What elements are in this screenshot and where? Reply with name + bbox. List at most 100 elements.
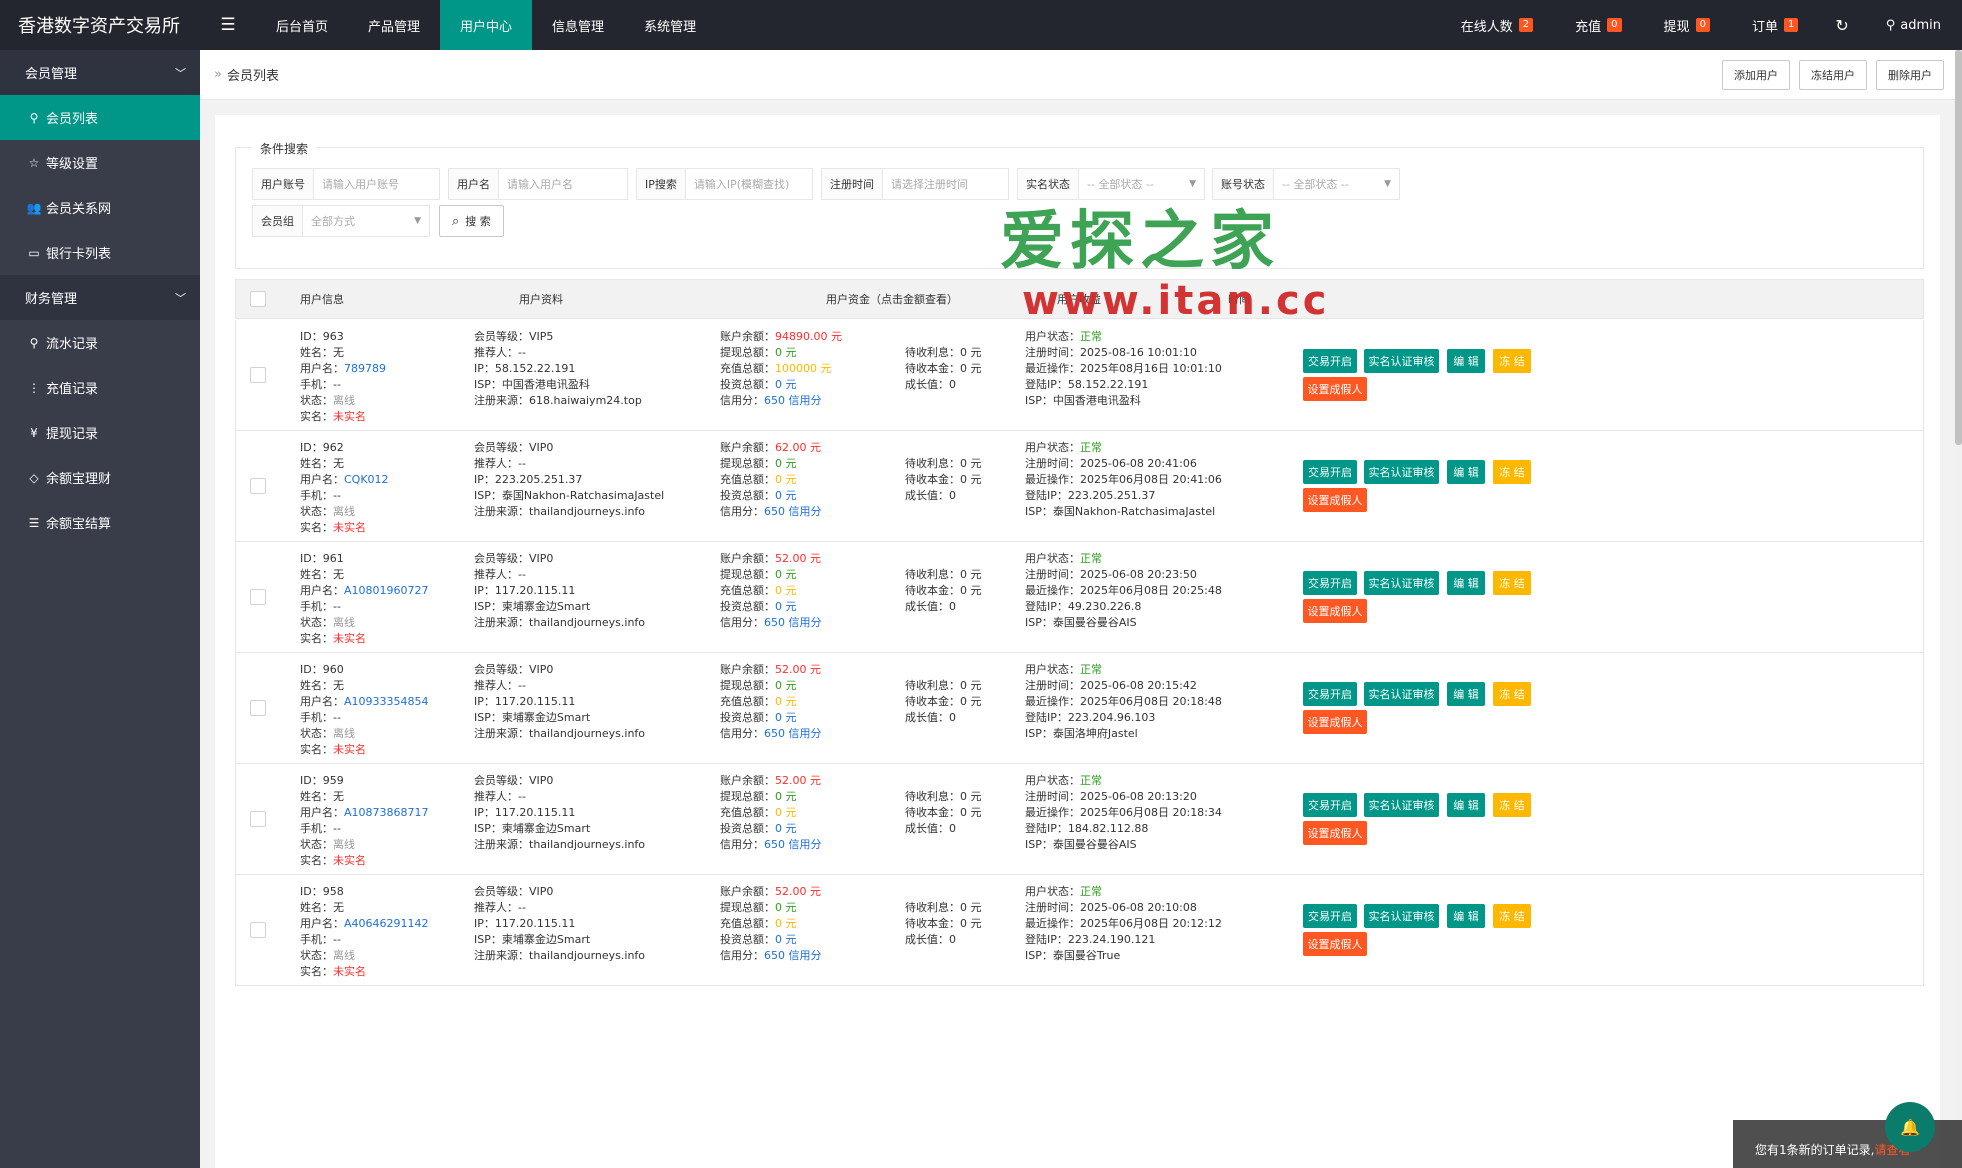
trade-toggle-button[interactable]: 交易开启 bbox=[1303, 793, 1357, 817]
user-menu[interactable]: ⚲ admin bbox=[1865, 0, 1962, 50]
field-value-balance[interactable]: 62.00 元 bbox=[775, 441, 821, 454]
trade-toggle-button[interactable]: 交易开启 bbox=[1303, 349, 1357, 373]
nav-system[interactable]: 系统管理 bbox=[624, 0, 716, 50]
field-value-withdraw[interactable]: 0 元 bbox=[775, 346, 797, 359]
edit-button[interactable]: 编 辑 bbox=[1447, 793, 1485, 817]
field-value-invest[interactable]: 0 元 bbox=[775, 711, 797, 724]
field-value-credit[interactable]: 650 信用分 bbox=[764, 616, 822, 629]
field-value-username[interactable]: A10801960727 bbox=[344, 584, 429, 597]
field-value-recharge[interactable]: 0 元 bbox=[775, 917, 797, 930]
field-value-balance[interactable]: 52.00 元 bbox=[775, 663, 821, 676]
sidebar-group-finance[interactable]: 财务管理 ﹀ bbox=[0, 275, 200, 320]
verify-button[interactable]: 实名认证审核 bbox=[1364, 349, 1439, 373]
order-notice[interactable]: 订单 1 bbox=[1731, 0, 1819, 50]
freeze-button[interactable]: 冻 结 bbox=[1493, 904, 1531, 928]
sidebar-item-recharge[interactable]: ⋮ 充值记录 bbox=[0, 365, 200, 410]
row-checkbox[interactable] bbox=[250, 922, 266, 938]
freeze-user-button[interactable]: 冻结用户 bbox=[1799, 59, 1867, 90]
field-value-username[interactable]: A40646291142 bbox=[344, 917, 429, 930]
set-fake-button[interactable]: 设置成假人 bbox=[1303, 821, 1367, 845]
freeze-button[interactable]: 冻 结 bbox=[1493, 682, 1531, 706]
set-fake-button[interactable]: 设置成假人 bbox=[1303, 599, 1367, 623]
search-button[interactable]: ⌕ 搜 索 bbox=[439, 205, 504, 237]
freeze-button[interactable]: 冻 结 bbox=[1493, 349, 1531, 373]
field-value-recharge[interactable]: 0 元 bbox=[775, 695, 797, 708]
verify-button[interactable]: 实名认证审核 bbox=[1364, 571, 1439, 595]
field-value-credit[interactable]: 650 信用分 bbox=[764, 394, 822, 407]
ip-input[interactable]: 请输入IP(模糊查找) bbox=[686, 169, 812, 199]
verify-button[interactable]: 实名认证审核 bbox=[1364, 904, 1439, 928]
nav-home[interactable]: 后台首页 bbox=[256, 0, 348, 50]
field-value-withdraw[interactable]: 0 元 bbox=[775, 457, 797, 470]
add-user-button[interactable]: 添加用户 bbox=[1722, 59, 1790, 90]
sidebar-item-member-network[interactable]: 👥 会员关系网 bbox=[0, 185, 200, 230]
sidebar-item-level-settings[interactable]: ☆ 等级设置 bbox=[0, 140, 200, 185]
sidebar-item-yuebao[interactable]: ◇ 余额宝理财 bbox=[0, 455, 200, 500]
set-fake-button[interactable]: 设置成假人 bbox=[1303, 710, 1367, 734]
row-checkbox[interactable] bbox=[250, 700, 266, 716]
nav-products[interactable]: 产品管理 bbox=[348, 0, 440, 50]
nav-user-center[interactable]: 用户中心 bbox=[440, 0, 533, 50]
field-value-username[interactable]: 789789 bbox=[344, 362, 386, 375]
field-value-withdraw[interactable]: 0 元 bbox=[775, 679, 797, 692]
field-value-invest[interactable]: 0 元 bbox=[775, 933, 797, 946]
field-value-credit[interactable]: 650 信用分 bbox=[764, 505, 822, 518]
row-checkbox[interactable] bbox=[250, 478, 266, 494]
field-value-invest[interactable]: 0 元 bbox=[775, 378, 797, 391]
row-checkbox[interactable] bbox=[250, 367, 266, 383]
edit-button[interactable]: 编 辑 bbox=[1447, 682, 1485, 706]
field-value-username[interactable]: A10873868717 bbox=[344, 806, 429, 819]
ip-field[interactable]: IP搜索 请输入IP(模糊查找) bbox=[636, 168, 813, 200]
field-value-recharge[interactable]: 100000 元 bbox=[775, 362, 832, 375]
account-field[interactable]: 用户账号 请输入用户账号 bbox=[252, 168, 440, 200]
field-value-balance[interactable]: 52.00 元 bbox=[775, 774, 821, 787]
account-status-select[interactable]: 账号状态 -- 全部状态 -- ▼ bbox=[1212, 168, 1400, 200]
set-fake-button[interactable]: 设置成假人 bbox=[1303, 932, 1367, 956]
field-value-username[interactable]: CQK012 bbox=[344, 473, 389, 486]
field-value-credit[interactable]: 650 信用分 bbox=[764, 949, 822, 962]
field-value-balance[interactable]: 52.00 元 bbox=[775, 885, 821, 898]
withdraw-notice[interactable]: 提现 0 bbox=[1643, 0, 1731, 50]
field-value-credit[interactable]: 650 信用分 bbox=[764, 727, 822, 740]
trade-toggle-button[interactable]: 交易开启 bbox=[1303, 460, 1357, 484]
member-group-value[interactable]: 全部方式 ▼ bbox=[303, 206, 429, 236]
real-status-select[interactable]: 实名状态 -- 全部状态 -- ▼ bbox=[1017, 168, 1205, 200]
sidebar-group-member[interactable]: 会员管理 ﹀ bbox=[0, 50, 200, 95]
field-value-balance[interactable]: 52.00 元 bbox=[775, 552, 821, 565]
freeze-button[interactable]: 冻 结 bbox=[1493, 793, 1531, 817]
edit-button[interactable]: 编 辑 bbox=[1447, 904, 1485, 928]
field-value-balance[interactable]: 94890.00 元 bbox=[775, 330, 842, 343]
nav-info[interactable]: 信息管理 bbox=[532, 0, 624, 50]
field-value-recharge[interactable]: 0 元 bbox=[775, 806, 797, 819]
page-scrollbar[interactable] bbox=[1955, 50, 1962, 1168]
online-users[interactable]: 在线人数 2 bbox=[1440, 0, 1554, 50]
account-input[interactable]: 请输入用户账号 bbox=[314, 169, 439, 199]
field-value-invest[interactable]: 0 元 bbox=[775, 822, 797, 835]
field-value-withdraw[interactable]: 0 元 bbox=[775, 568, 797, 581]
trade-toggle-button[interactable]: 交易开启 bbox=[1303, 904, 1357, 928]
reg-time-input[interactable]: 请选择注册时间 bbox=[883, 169, 1008, 199]
scrollbar-thumb[interactable] bbox=[1955, 50, 1962, 445]
row-checkbox[interactable] bbox=[250, 811, 266, 827]
field-value-withdraw[interactable]: 0 元 bbox=[775, 790, 797, 803]
edit-button[interactable]: 编 辑 bbox=[1447, 460, 1485, 484]
field-value-invest[interactable]: 0 元 bbox=[775, 600, 797, 613]
select-all-checkbox[interactable] bbox=[250, 291, 266, 307]
sidebar-item-withdraw[interactable]: ¥ 提现记录 bbox=[0, 410, 200, 455]
username-input[interactable]: 请输入用户名 bbox=[499, 169, 627, 199]
row-checkbox[interactable] bbox=[250, 589, 266, 605]
sidebar-item-flow[interactable]: ⚲ 流水记录 bbox=[0, 320, 200, 365]
set-fake-button[interactable]: 设置成假人 bbox=[1303, 377, 1367, 401]
field-value-username[interactable]: A10933354854 bbox=[344, 695, 429, 708]
account-status-value[interactable]: -- 全部状态 -- ▼ bbox=[1274, 169, 1399, 199]
refresh-icon[interactable]: ↻ bbox=[1819, 0, 1864, 50]
sidebar-item-bank-cards[interactable]: ▭ 银行卡列表 bbox=[0, 230, 200, 275]
username-field[interactable]: 用户名 请输入用户名 bbox=[448, 168, 628, 200]
freeze-button[interactable]: 冻 结 bbox=[1493, 460, 1531, 484]
field-value-withdraw[interactable]: 0 元 bbox=[775, 901, 797, 914]
field-value-recharge[interactable]: 0 元 bbox=[775, 473, 797, 486]
set-fake-button[interactable]: 设置成假人 bbox=[1303, 488, 1367, 512]
field-value-credit[interactable]: 650 信用分 bbox=[764, 838, 822, 851]
field-value-recharge[interactable]: 0 元 bbox=[775, 584, 797, 597]
edit-button[interactable]: 编 辑 bbox=[1447, 349, 1485, 373]
